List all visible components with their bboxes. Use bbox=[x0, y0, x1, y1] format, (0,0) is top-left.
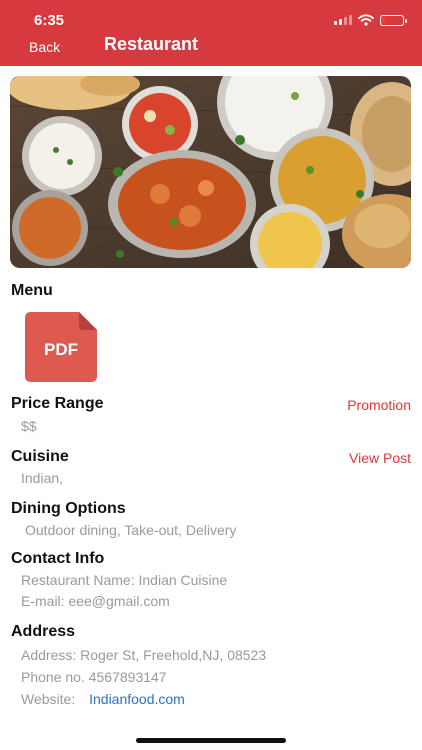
email-text: E-mail: eee@gmail.com bbox=[21, 593, 170, 609]
home-indicator bbox=[136, 738, 286, 743]
pdf-label: PDF bbox=[44, 340, 78, 359]
view-post-link[interactable]: View Post bbox=[349, 450, 411, 466]
back-button[interactable]: Back bbox=[29, 39, 60, 55]
price-range-heading: Price Range bbox=[11, 395, 104, 412]
battery-icon bbox=[380, 14, 407, 26]
restaurant-name-text: Restaurant Name: Indian Cuisine bbox=[21, 572, 228, 588]
cuisine-value: Indian, bbox=[21, 470, 64, 486]
website-link[interactable]: Indianfood.com bbox=[89, 691, 185, 707]
phone-text: Phone no. 4567893147 bbox=[21, 669, 167, 685]
status-time: 6:35 bbox=[34, 12, 65, 29]
website-label: Website: bbox=[21, 691, 76, 707]
contact-info-heading: Contact Info bbox=[11, 550, 105, 567]
signal-icon bbox=[334, 15, 352, 25]
address-text: Address: Roger St, Freehold,NJ, 08523 bbox=[21, 647, 267, 663]
nav-bar: 6:35 Back Restaurant bbox=[0, 0, 422, 66]
website-row: Website: Indianfood.com bbox=[21, 691, 185, 707]
page-title: Restaurant bbox=[104, 34, 199, 54]
cuisine-heading: Cuisine bbox=[11, 448, 69, 465]
price-range-value: $$ bbox=[21, 418, 37, 434]
status-icons bbox=[334, 13, 407, 27]
pdf-menu-icon[interactable]: PDF bbox=[25, 312, 97, 382]
dining-options-heading: Dining Options bbox=[11, 500, 126, 517]
restaurant-hero-image bbox=[10, 76, 411, 268]
dining-options-value: Outdoor dining, Take-out, Delivery bbox=[25, 522, 237, 538]
promotion-link[interactable]: Promotion bbox=[347, 397, 411, 413]
menu-heading: Menu bbox=[11, 282, 53, 299]
address-heading: Address bbox=[11, 623, 76, 640]
wifi-icon bbox=[358, 14, 374, 26]
